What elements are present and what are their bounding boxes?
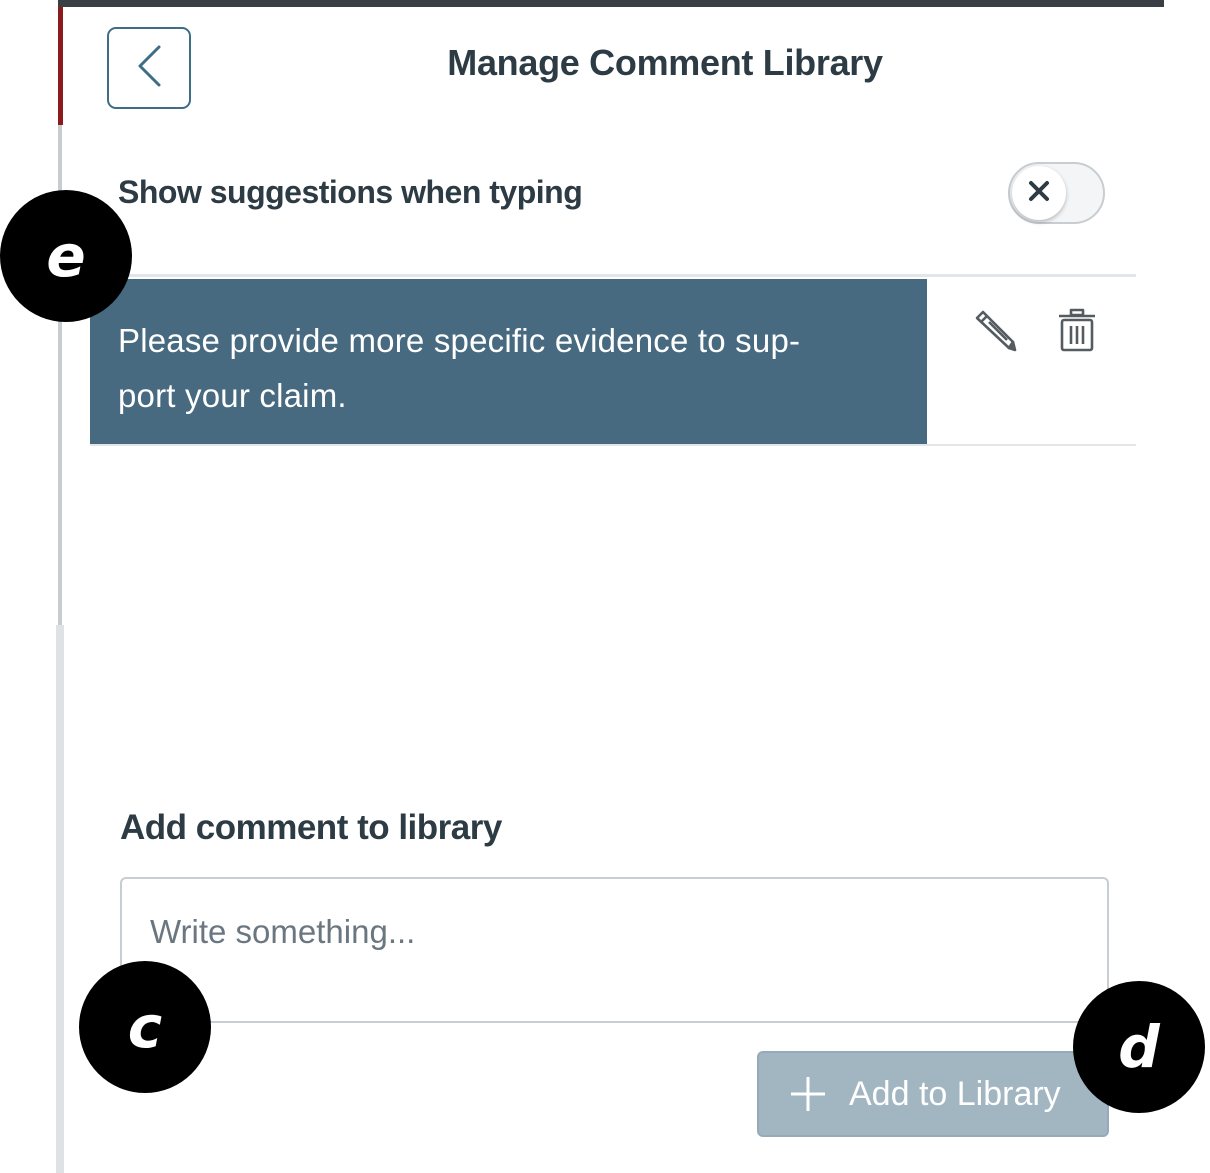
left-accent-bar (58, 7, 63, 125)
add-to-library-button[interactable]: Add to Library (757, 1051, 1109, 1137)
comment-text[interactable]: Please provide more specific evidence to… (90, 279, 927, 445)
delete-comment-button[interactable] (1052, 307, 1102, 357)
list-divider (90, 444, 1136, 446)
suggestions-toggle-label: Show suggestions when typing (118, 174, 583, 210)
edit-comment-button[interactable] (970, 307, 1020, 357)
trash-icon (1057, 308, 1097, 357)
new-comment-input[interactable] (120, 877, 1109, 1023)
top-border (58, 0, 1164, 7)
comment-list-item[interactable]: Please provide more specific evidence to… (90, 279, 1136, 445)
page-title: Manage Comment Library (447, 42, 883, 83)
chevron-left-icon (135, 44, 163, 93)
toggle-knob (1012, 166, 1066, 220)
back-button[interactable] (107, 27, 191, 109)
comment-text-line: Please provide more specific evidence to… (118, 322, 801, 359)
panel-left-border-lower (56, 625, 64, 1173)
plus-icon (789, 1075, 827, 1113)
comment-text-line: port your claim. (118, 377, 347, 414)
suggestions-toggle[interactable] (1008, 162, 1105, 224)
add-comment-heading: Add comment to library (120, 808, 502, 847)
pencil-icon (973, 308, 1017, 357)
close-icon (1028, 180, 1050, 207)
list-divider (90, 274, 1136, 277)
annotation-badge-c: c (79, 961, 211, 1093)
annotation-badge-e: e (0, 190, 132, 322)
annotation-badge-d: d (1073, 981, 1205, 1113)
add-to-library-label: Add to Library (849, 1074, 1061, 1113)
